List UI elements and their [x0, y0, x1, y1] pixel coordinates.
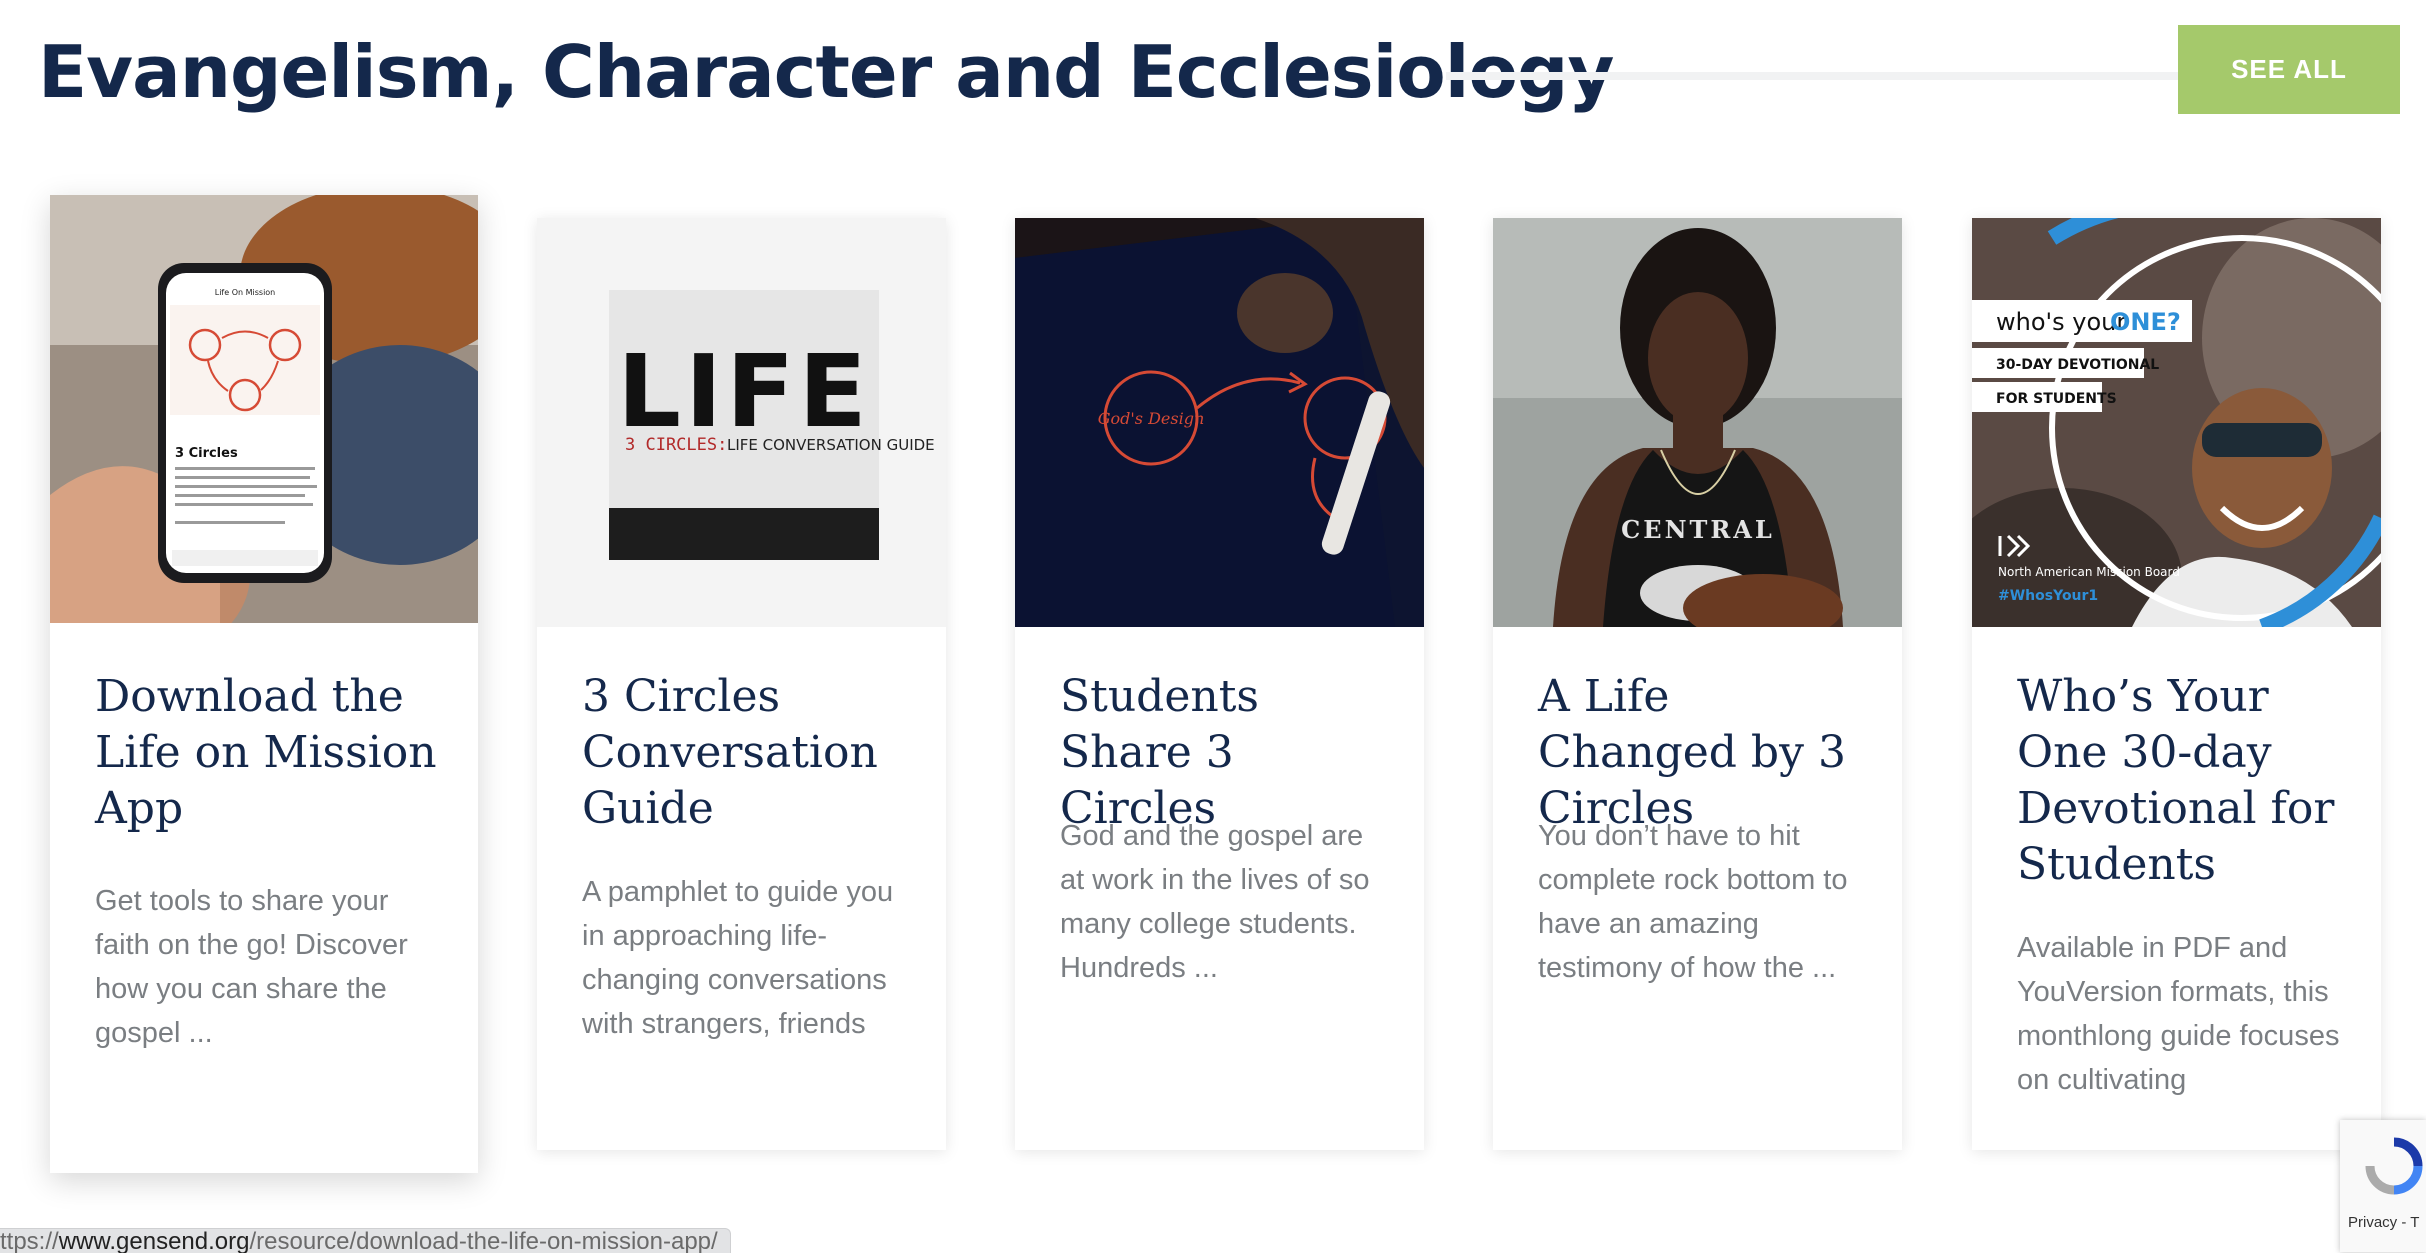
card-title[interactable]: Who’s Your One 30-day Devotional for Stu… — [2017, 669, 2357, 893]
cover-org-name: North American Mission Board — [1998, 565, 2180, 579]
resource-card-students-share[interactable]: God's Design Students Share 3 Circles Go… — [1015, 218, 1424, 1150]
card-title[interactable]: 3 Circles Conversation Guide — [582, 669, 912, 837]
card-image-phone-app: Life On Mission 3 Circles — [50, 195, 478, 623]
pamphlet-cover-word: LIFE — [617, 333, 871, 450]
card-description: You don’t have to hit complete rock bott… — [1538, 820, 1848, 984]
card-description: Available in PDF and YouVersion formats,… — [2017, 932, 2340, 1096]
section-title: Evangelism, Character and Ecclesiology — [38, 30, 1614, 114]
see-all-button[interactable]: SEE ALL — [2178, 25, 2400, 114]
cover-tag-highlight: ONE? — [2110, 308, 2181, 336]
card-image-pamphlet: LIFE 3 CIRCLES: LIFE CONVERSATION GUIDE — [537, 218, 946, 627]
status-url-prefix: ttps:// — [0, 1228, 59, 1253]
shirt-text: CENTRAL — [1621, 515, 1775, 544]
cover-tag-line2: 30-DAY DEVOTIONAL — [1996, 357, 2159, 373]
card-title[interactable]: A Life Changed by 3 Circles — [1538, 669, 1868, 837]
status-url-host: www.gensend.org — [58, 1228, 250, 1253]
card-description: God and the gospel are at work in the li… — [1060, 820, 1370, 984]
card-title[interactable]: Download the Life on Mission App — [95, 669, 445, 837]
cover-tag-line3: FOR STUDENTS — [1996, 391, 2117, 407]
pamphlet-subtitle-accent: 3 CIRCLES: — [625, 435, 727, 455]
resource-card-life-changed[interactable]: CENTRAL A Life Changed by 3 Circles You … — [1493, 218, 1902, 1150]
cover-tag-prefix: who's your — [1996, 308, 2126, 336]
card-image-devotional-cover: who's your ONE? 30-DAY DEVOTIONAL FOR ST… — [1972, 218, 2381, 627]
recaptcha-privacy-link[interactable]: Privacy - T — [2348, 1214, 2419, 1231]
title-divider — [1446, 72, 2178, 80]
pamphlet-subtitle: LIFE CONVERSATION GUIDE — [727, 436, 935, 454]
cover-hashtag: #WhosYour1 — [1998, 588, 2098, 604]
resource-card-whos-your-one[interactable]: who's your ONE? 30-DAY DEVOTIONAL FOR ST… — [1972, 218, 2381, 1150]
recaptcha-icon — [2365, 1137, 2423, 1195]
status-url-path: /resource/download-the-life-on-mission-a… — [249, 1228, 718, 1253]
resource-card-3-circles-guide[interactable]: LIFE 3 CIRCLES: LIFE CONVERSATION GUIDE … — [537, 218, 946, 1150]
card-image-tablet-drawing: God's Design — [1015, 218, 1424, 627]
app-screen-title: 3 Circles — [175, 446, 238, 461]
resource-card-life-on-mission-app[interactable]: Life On Mission 3 Circles Download the L… — [50, 195, 478, 1173]
card-image-football-player: CENTRAL — [1493, 218, 1902, 627]
card-description: A pamphlet to guide you in approaching l… — [582, 876, 894, 1040]
recaptcha-badge[interactable]: Privacy - T — [2340, 1120, 2426, 1252]
status-bar-url: ttps://www.gensend.org/resource/download… — [0, 1228, 731, 1253]
card-description: Get tools to share your faith on the go!… — [95, 885, 408, 1049]
tablet-circle-label: God's Design — [1098, 409, 1205, 428]
card-title[interactable]: Students Share 3 Circles — [1060, 669, 1390, 837]
app-header-text: Life On Mission — [215, 288, 276, 297]
